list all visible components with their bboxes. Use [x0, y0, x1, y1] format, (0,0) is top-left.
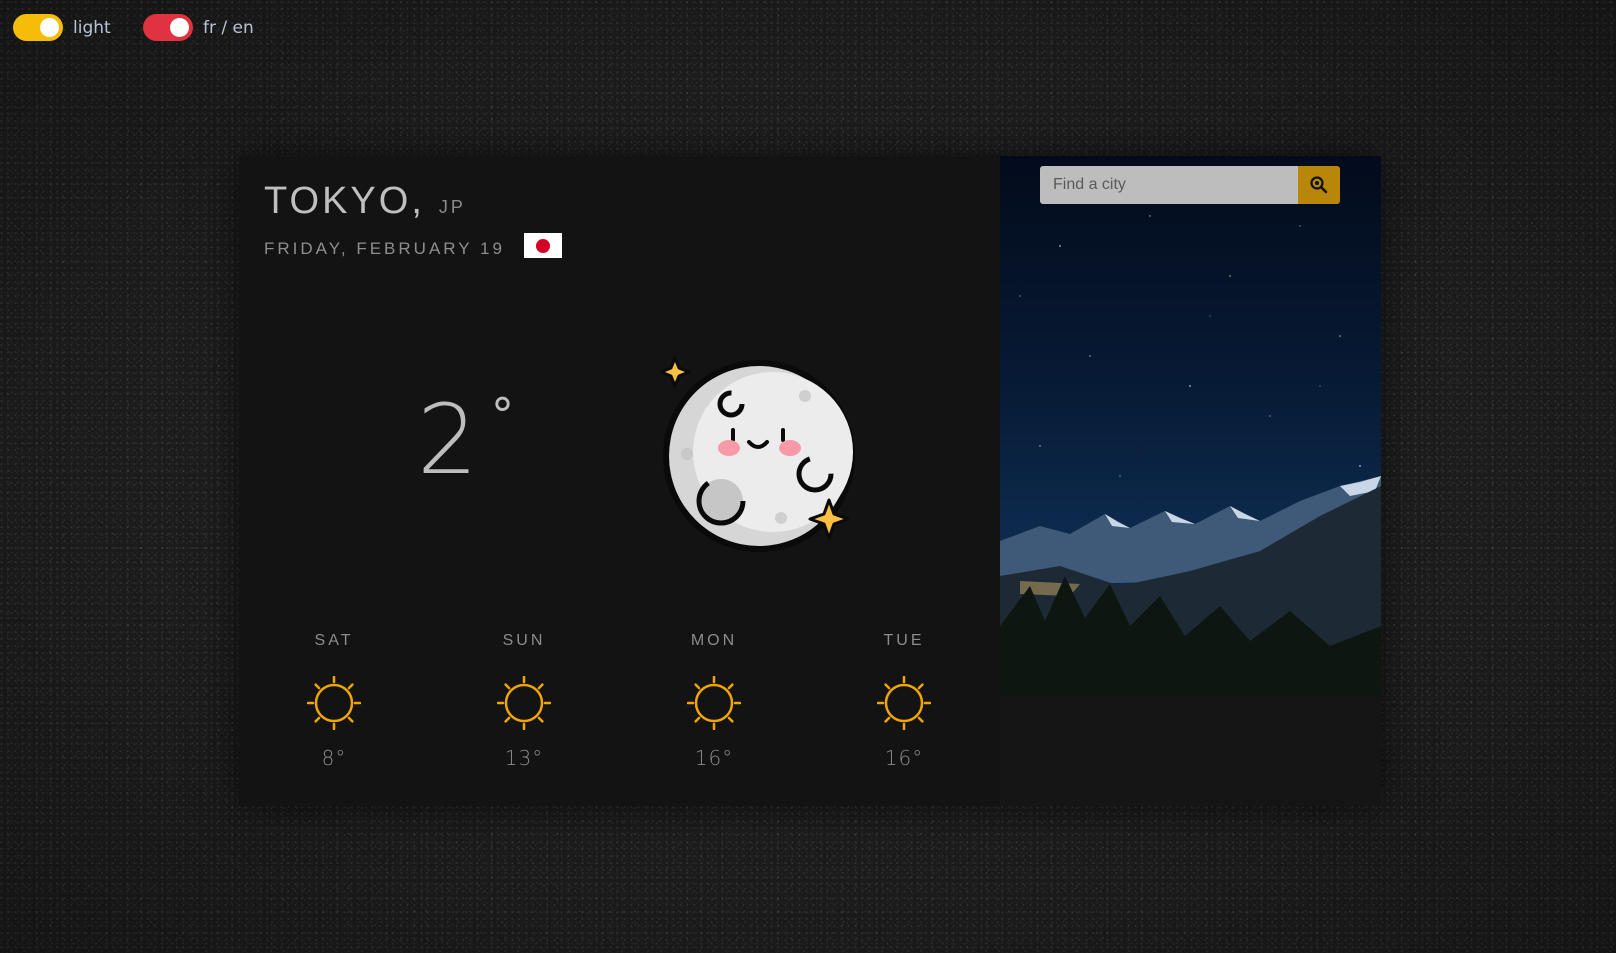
forecast-day-sat: SAT 8° — [239, 632, 429, 770]
search-button[interactable] — [1298, 166, 1340, 204]
night-landscape-image — [1000, 195, 1381, 806]
toggle-knob — [40, 18, 59, 37]
sun-icon — [877, 676, 931, 730]
weather-panel: TOKYO, JP FRIDAY, FEBRUARY 19 2 ° SAT 8°… — [239, 156, 1000, 806]
forecast-day-name: TUE — [883, 632, 925, 649]
forecast-temperature: 8° — [321, 746, 347, 770]
current-temperature: 2 — [417, 384, 479, 496]
language-toggle-group: fr / en — [143, 14, 254, 41]
forecast-day-name: SUN — [502, 632, 546, 649]
sun-icon — [307, 676, 361, 730]
theme-toggle-group: light — [13, 14, 111, 41]
city-search — [1040, 166, 1340, 204]
sun-icon — [687, 676, 741, 730]
city-name: TOKYO, — [264, 180, 425, 222]
city-image-panel — [1000, 156, 1381, 806]
search-icon — [1310, 176, 1328, 194]
forecast-day-mon: MON 16° — [619, 632, 809, 770]
theme-toggle-label: light — [73, 17, 111, 38]
degree-symbol: ° — [491, 388, 514, 442]
forecast-day-name: MON — [690, 632, 738, 649]
search-input[interactable] — [1040, 166, 1298, 204]
sun-icon — [497, 676, 551, 730]
japan-flag-icon — [523, 233, 562, 258]
moon-icon — [659, 356, 855, 552]
forecast-temperature: 13° — [504, 746, 544, 770]
forecast-temperature: 16° — [694, 746, 734, 770]
forecast-temperature: 16° — [884, 746, 924, 770]
language-toggle-label: fr / en — [203, 17, 254, 38]
location-heading: TOKYO, JP — [264, 180, 466, 223]
forecast-list: SAT 8° SUN 13° MON 16° TUE 16° — [239, 632, 1000, 770]
forecast-day-tue: TUE 16° — [809, 632, 999, 770]
toggle-knob — [170, 18, 189, 37]
theme-toggle[interactable] — [13, 14, 63, 41]
language-toggle[interactable] — [143, 14, 193, 41]
weather-card: TOKYO, JP FRIDAY, FEBRUARY 19 2 ° SAT 8°… — [239, 156, 1381, 806]
country-code: JP — [438, 197, 466, 217]
current-date: FRIDAY, FEBRUARY 19 — [264, 238, 505, 258]
date-row: FRIDAY, FEBRUARY 19 — [264, 233, 562, 261]
forecast-day-sun: SUN 13° — [429, 632, 619, 770]
forecast-day-name: SAT — [314, 632, 354, 649]
